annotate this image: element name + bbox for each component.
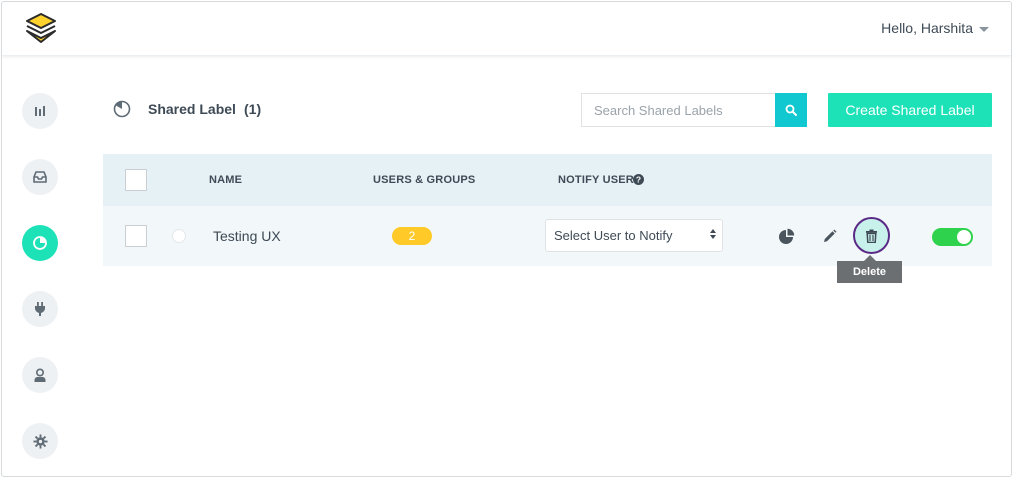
notify-user-select[interactable]: Select User to Notify [545, 219, 723, 252]
stats-button[interactable] [776, 226, 796, 246]
search-icon [785, 104, 797, 116]
top-bar: Hello, Harshita [2, 2, 1011, 56]
sidebar-item-settings[interactable] [22, 423, 58, 459]
inbox-icon [33, 171, 47, 183]
bar-chart-icon [35, 106, 45, 116]
row-radio[interactable] [172, 229, 186, 243]
enabled-toggle[interactable] [932, 228, 973, 246]
row-checkbox[interactable] [125, 225, 147, 247]
pencil-icon [823, 229, 836, 242]
gear-icon [32, 433, 48, 449]
chevron-down-icon [979, 26, 989, 32]
sidebar [2, 57, 80, 476]
delete-tooltip: Delete [837, 261, 902, 283]
label-name[interactable]: Testing UX [213, 228, 281, 244]
column-header-users-groups[interactable]: USERS & GROUPS [373, 174, 475, 186]
pie-chart-icon [778, 228, 794, 244]
sidebar-item-inbox[interactable] [22, 159, 58, 195]
create-shared-label-button[interactable]: Create Shared Label [828, 93, 992, 127]
select-all-checkbox[interactable] [125, 169, 147, 191]
trash-icon [866, 229, 877, 243]
users-groups-badge[interactable]: 2 [392, 227, 432, 245]
sidebar-item-users[interactable] [22, 357, 58, 393]
user-menu[interactable]: Hello, Harshita [881, 20, 989, 36]
svg-text:?: ? [636, 175, 641, 185]
pie-chart-icon [113, 100, 131, 118]
plug-icon [35, 302, 45, 316]
table-row: Testing UX 2 Select User to Notify [103, 206, 992, 266]
sidebar-item-integrations[interactable] [22, 291, 58, 327]
sidebar-item-shared-labels[interactable] [22, 225, 58, 261]
toggle-knob [957, 230, 971, 244]
notify-user-select-value: Select User to Notify [554, 228, 673, 243]
select-arrows-icon [710, 229, 716, 239]
search-button[interactable] [775, 93, 807, 127]
page-title: Shared Label [148, 101, 236, 117]
user-greeting: Hello, Harshita [881, 20, 973, 36]
person-icon [34, 367, 46, 382]
search-input[interactable] [582, 94, 775, 126]
page-count: (1) [244, 101, 262, 117]
search-box [581, 93, 775, 127]
table-header: NAME USERS & GROUPS NOTIFY USER ? [103, 154, 992, 206]
pie-chart-icon [33, 236, 47, 250]
app-window: Hello, Harshita Shared Label (1) Search … [1, 1, 1012, 477]
help-icon[interactable]: ? [633, 174, 644, 185]
sidebar-item-bar-chart[interactable] [22, 93, 58, 129]
layers-logo-icon[interactable] [24, 11, 58, 45]
delete-button[interactable] [853, 217, 890, 254]
edit-button[interactable] [819, 226, 839, 246]
column-header-notify-user: NOTIFY USER [558, 174, 634, 186]
column-header-name[interactable]: NAME [209, 174, 242, 186]
